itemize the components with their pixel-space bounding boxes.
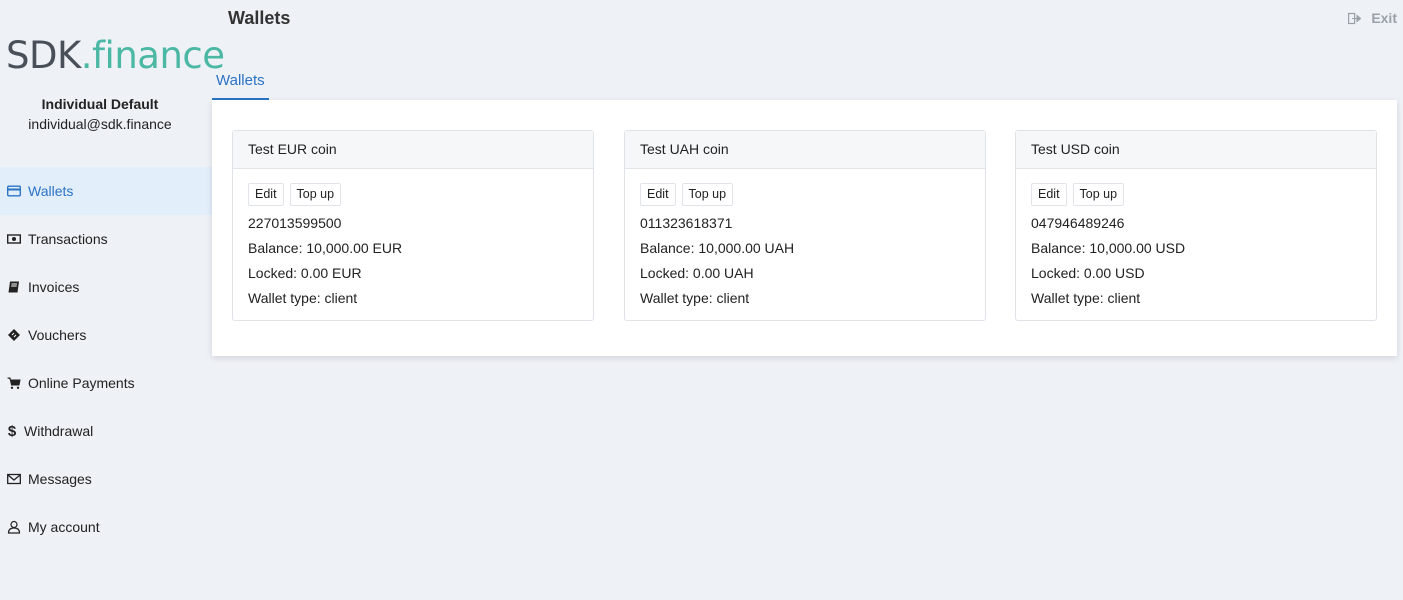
logo[interactable]: SDK.finance xyxy=(6,36,225,76)
wallet-locked: Locked: 0.00 UAH xyxy=(640,265,754,281)
user-icon xyxy=(7,520,21,534)
sidebar-nav: Wallets Transactions Invoices Vouchers O… xyxy=(0,167,212,551)
wallet-locked: Locked: 0.00 USD xyxy=(1031,265,1145,281)
sidebar-item-label: Withdrawal xyxy=(24,423,94,439)
dollar-icon: $ xyxy=(7,422,17,440)
wallet-card: Test EUR coin Edit Top up 227013599500 B… xyxy=(232,130,594,321)
sign-out-icon xyxy=(1348,12,1362,25)
edit-button[interactable]: Edit xyxy=(248,183,284,206)
envelope-icon xyxy=(7,472,21,486)
tab-wallets[interactable]: Wallets xyxy=(212,68,269,100)
wallet-name: Test USD coin xyxy=(1016,131,1376,169)
edit-button[interactable]: Edit xyxy=(640,183,676,206)
sidebar: SDK.finance Individual Default individua… xyxy=(0,0,225,600)
edit-button[interactable]: Edit xyxy=(1031,183,1067,206)
sidebar-item-my-account[interactable]: My account xyxy=(0,503,212,551)
wallet-balance: Balance: 10,000.00 UAH xyxy=(640,240,795,256)
wallet-balance: Balance: 10,000.00 USD xyxy=(1031,240,1186,256)
sidebar-item-label: My account xyxy=(28,519,100,535)
wallet-locked: Locked: 0.00 EUR xyxy=(248,265,362,281)
exit-label: Exit xyxy=(1371,10,1397,26)
wallet-card: Test USD coin Edit Top up 047946489246 B… xyxy=(1015,130,1377,321)
wallet-name: Test EUR coin xyxy=(233,131,593,169)
ticket-icon xyxy=(7,328,21,342)
sidebar-item-label: Invoices xyxy=(28,279,80,295)
credit-card-icon xyxy=(7,184,21,198)
sidebar-item-wallets[interactable]: Wallets xyxy=(0,167,212,215)
cart-icon xyxy=(7,376,21,390)
sidebar-item-label: Wallets xyxy=(28,183,74,199)
exit-button[interactable]: Exit xyxy=(1348,10,1397,26)
page-title: Wallets xyxy=(228,8,291,28)
sidebar-item-messages[interactable]: Messages xyxy=(0,455,212,503)
book-icon xyxy=(7,280,21,294)
logo-part-1: SDK xyxy=(6,34,81,77)
sidebar-item-vouchers[interactable]: Vouchers xyxy=(0,311,212,359)
wallet-type: Wallet type: client xyxy=(640,290,750,306)
wallet-name: Test UAH coin xyxy=(625,131,985,169)
top-up-button[interactable]: Top up xyxy=(1072,183,1125,206)
user-email: individual@sdk.finance xyxy=(28,116,172,132)
top-up-button[interactable]: Top up xyxy=(289,183,342,206)
top-up-button[interactable]: Top up xyxy=(681,183,734,206)
tab-bar: Wallets xyxy=(212,68,269,100)
sidebar-item-online-payments[interactable]: Online Payments xyxy=(0,359,212,407)
sidebar-item-label: Messages xyxy=(28,471,92,487)
user-name: Individual Default xyxy=(41,96,159,112)
sidebar-item-transactions[interactable]: Transactions xyxy=(0,215,212,263)
wallet-number: 047946489246 xyxy=(1031,215,1125,231)
sidebar-item-label: Online Payments xyxy=(28,375,135,391)
money-icon xyxy=(7,232,21,246)
sidebar-item-label: Vouchers xyxy=(28,327,87,343)
wallets-panel: Test EUR coin Edit Top up 227013599500 B… xyxy=(212,100,1397,356)
sidebar-item-invoices[interactable]: Invoices xyxy=(0,263,212,311)
wallet-number: 011323618371 xyxy=(640,215,733,231)
sidebar-item-label: Transactions xyxy=(28,231,108,247)
wallet-card: Test UAH coin Edit Top up 011323618371 B… xyxy=(624,130,986,321)
wallet-number: 227013599500 xyxy=(248,215,342,231)
wallet-type: Wallet type: client xyxy=(248,290,358,306)
wallet-balance: Balance: 10,000.00 EUR xyxy=(248,240,403,256)
logo-part-2: .finance xyxy=(80,34,225,77)
wallet-type: Wallet type: client xyxy=(1031,290,1141,306)
sidebar-item-withdrawal[interactable]: $ Withdrawal xyxy=(0,407,212,455)
